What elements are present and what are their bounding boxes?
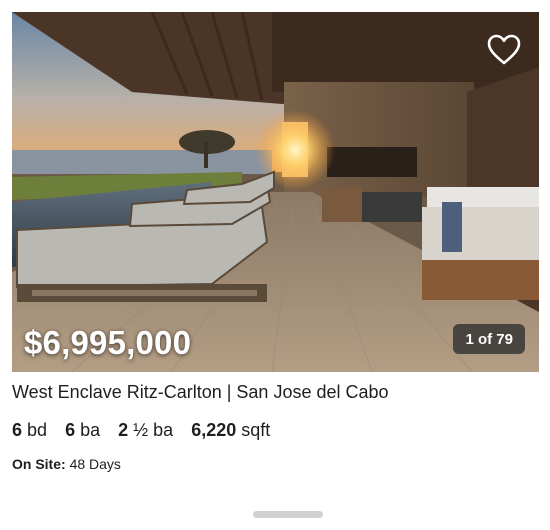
on-site-label: On Site: — [12, 456, 66, 472]
listing-photo-image — [12, 12, 539, 372]
half-bathrooms-unit: ½ ba — [133, 420, 174, 440]
bedrooms-count: 6 — [12, 420, 23, 440]
on-site-value: 48 Days — [69, 456, 121, 472]
bathrooms-unit: ba — [80, 420, 101, 440]
listing-card[interactable]: $6,995,000 1 of 79 West Enclave Ritz-Car… — [0, 0, 550, 530]
square-feet-fact: 6,220 sqft — [191, 420, 270, 441]
half-bathrooms-fact: 2 ½ ba — [118, 420, 173, 441]
bedrooms-unit: bd — [27, 420, 48, 440]
square-feet-value: 6,220 — [191, 420, 237, 440]
favorite-button[interactable] — [487, 34, 523, 70]
scroll-handle[interactable] — [253, 511, 323, 518]
listing-facts: 6 bd 6 ba 2 ½ ba 6,220 sqft — [12, 420, 270, 441]
bathrooms-fact: 6 ba — [65, 420, 100, 441]
bedrooms-fact: 6 bd — [12, 420, 47, 441]
half-bathrooms-count: 2 — [118, 420, 129, 440]
square-feet-unit: sqft — [241, 420, 271, 440]
photo-counter-badge: 1 of 79 — [453, 324, 525, 354]
heart-outline-icon — [487, 34, 521, 65]
bathrooms-count: 6 — [65, 420, 76, 440]
listing-price: $6,995,000 — [24, 324, 192, 361]
days-on-site: On Site: 48 Days — [12, 456, 121, 472]
listing-title[interactable]: West Enclave Ritz-Carlton | San Jose del… — [12, 382, 389, 403]
listing-photo[interactable]: $6,995,000 1 of 79 — [12, 12, 539, 372]
